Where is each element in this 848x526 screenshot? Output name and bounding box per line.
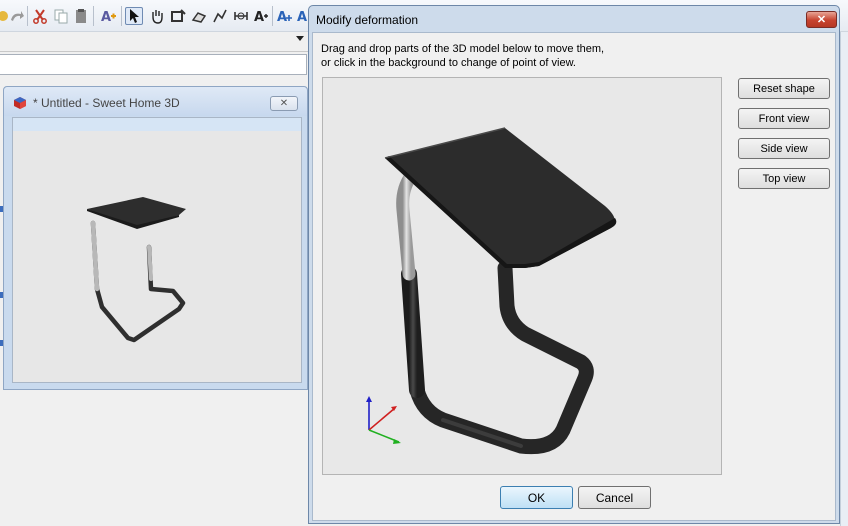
model-preview-3d[interactable] xyxy=(322,77,722,475)
cancel-button[interactable]: Cancel xyxy=(578,486,651,509)
svg-text:A: A xyxy=(254,10,264,24)
3d-view-canvas[interactable] xyxy=(13,131,301,382)
close-icon: ✕ xyxy=(279,98,289,109)
select-icon[interactable] xyxy=(125,7,143,25)
modify-deformation-dialog: Modify deformation ✕ Drag and drop parts… xyxy=(308,5,840,524)
axis-gizmo-icon xyxy=(366,396,401,444)
sweet-home-3d-window: * Untitled - Sweet Home 3D ✕ xyxy=(3,86,308,390)
cut-icon[interactable] xyxy=(31,7,49,25)
sweet-home-3d-app-icon xyxy=(13,96,27,110)
instructions-line-1: Drag and drop parts of the 3D model belo… xyxy=(321,43,605,55)
dialog-close-button[interactable]: ✕ xyxy=(806,11,837,28)
search-input[interactable] xyxy=(0,54,307,75)
instructions-text: Drag and drop parts of the 3D model belo… xyxy=(321,42,604,70)
create-dimensions-icon[interactable] xyxy=(232,7,250,25)
zoom-in-icon[interactable]: A xyxy=(276,7,294,25)
svg-text:A: A xyxy=(101,10,111,24)
3d-view-panel[interactable] xyxy=(12,117,302,383)
create-polylines-icon[interactable] xyxy=(211,7,229,25)
view-header-band xyxy=(13,118,301,131)
svg-text:A: A xyxy=(297,10,307,24)
window-titlebar[interactable]: * Untitled - Sweet Home 3D ✕ xyxy=(4,87,307,116)
large-table-model[interactable] xyxy=(384,127,617,455)
catalog-filter-combo[interactable] xyxy=(0,32,308,52)
front-view-button[interactable]: Front view xyxy=(738,108,830,129)
dialog-title: Modify deformation xyxy=(316,13,419,27)
copy-icon[interactable] xyxy=(52,7,70,25)
create-walls-icon[interactable] xyxy=(169,7,187,25)
add-furniture-icon[interactable]: A xyxy=(99,7,117,25)
add-text-icon[interactable]: A xyxy=(252,7,270,25)
top-view-button[interactable]: Top view xyxy=(738,168,830,189)
reset-shape-button[interactable]: Reset shape xyxy=(738,78,830,99)
panel-strip xyxy=(0,76,308,84)
small-table-model xyxy=(87,197,186,343)
pan-icon[interactable] xyxy=(148,7,166,25)
side-view-button[interactable]: Side view xyxy=(738,138,830,159)
instructions-line-2: or click in the background to change of … xyxy=(321,57,576,69)
redo-icon[interactable] xyxy=(8,7,26,25)
background-window-edge xyxy=(840,32,848,526)
ok-button[interactable]: OK xyxy=(500,486,573,509)
paste-icon[interactable] xyxy=(72,7,90,25)
close-button[interactable]: ✕ xyxy=(270,96,298,111)
window-title: * Untitled - Sweet Home 3D xyxy=(33,96,180,110)
chevron-down-icon xyxy=(296,36,304,41)
svg-text:A: A xyxy=(277,10,287,24)
dialog-content: Drag and drop parts of the 3D model belo… xyxy=(312,32,836,521)
model-preview-canvas[interactable] xyxy=(323,78,721,474)
close-icon: ✕ xyxy=(816,14,827,26)
create-rooms-icon[interactable] xyxy=(190,7,208,25)
